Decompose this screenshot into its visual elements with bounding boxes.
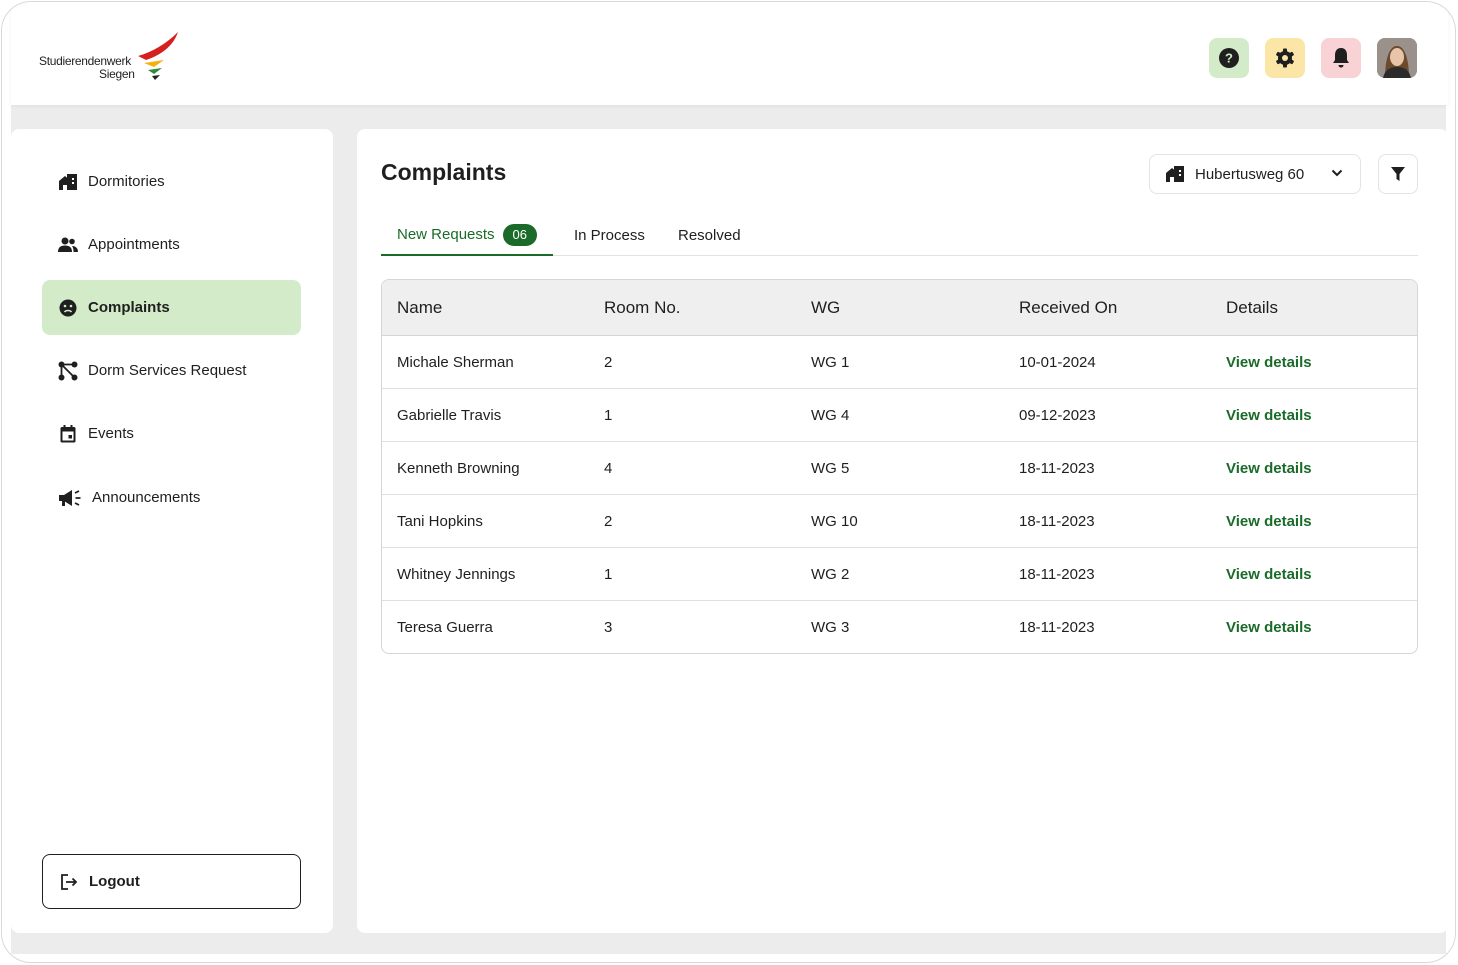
megaphone-icon [58, 488, 82, 508]
bezel-left [2, 2, 11, 962]
sidebar-item-events[interactable]: Events [42, 406, 301, 461]
page-title: Complaints [381, 159, 507, 185]
cell-name: Whitney Jennings [397, 565, 516, 583]
cell-room: 1 [604, 406, 613, 424]
cell-wg: WG 4 [811, 406, 850, 424]
notifications-button[interactable] [1321, 38, 1361, 78]
filter-icon [1391, 167, 1405, 181]
cell-name: Teresa Guerra [397, 619, 493, 636]
chevron-down-icon [1330, 166, 1344, 184]
main-panel: Complaints Hubertusweg 60 New Requests 0… [357, 129, 1448, 933]
view-details-link[interactable]: View details [1226, 354, 1312, 371]
column-header-room: Room No. [604, 297, 681, 317]
view-details-link[interactable]: View details [1226, 460, 1312, 477]
table-row: Whitney Jennings 1 WG 2 18-11-2023 View … [382, 548, 1417, 601]
column-header-name: Name [397, 297, 443, 317]
count-badge: 06 [502, 223, 538, 246]
column-header-wg: WG [811, 297, 841, 317]
cell-received: 18-11-2023 [1019, 459, 1095, 477]
building-icon [58, 172, 78, 192]
logout-button[interactable]: Logout [42, 854, 301, 909]
cell-wg: WG 5 [811, 459, 850, 477]
sidebar-item-appointments[interactable]: Appointments [42, 217, 301, 272]
filter-button[interactable] [1378, 154, 1418, 194]
view-details-link[interactable]: View details [1226, 619, 1312, 636]
building-icon [1165, 164, 1185, 184]
column-header-received: Received On [1019, 297, 1118, 317]
sidebar-item-dorm-services-request[interactable]: Dorm Services Request [42, 343, 301, 398]
cell-wg: WG 2 [811, 565, 850, 583]
gear-icon [1276, 48, 1294, 68]
column-header-details: Details [1226, 297, 1278, 317]
nodes-icon [58, 361, 78, 381]
cell-wg: WG 3 [811, 619, 850, 636]
app-frame: Studierendenwerk Siegen ? Dormitories Ap… [1, 1, 1456, 963]
sidebar-item-label: Events [88, 425, 134, 442]
tab-bar: New Requests 06 In Process Resolved [381, 215, 1418, 256]
top-header: Studierendenwerk Siegen ? [11, 2, 1448, 105]
cell-room: 2 [604, 512, 613, 530]
cell-wg: WG 10 [811, 512, 858, 530]
tab-label: In Process [574, 227, 645, 244]
table-row: Teresa Guerra 3 WG 3 18-11-2023 View det… [382, 601, 1417, 653]
tab-resolved[interactable]: Resolved [678, 215, 741, 256]
brand-swoosh-icon [138, 32, 178, 80]
sidebar-item-label: Dorm Services Request [88, 362, 247, 379]
bell-icon [1333, 48, 1349, 68]
cell-received: 10-01-2024 [1019, 353, 1096, 371]
sidebar: Dormitories Appointments Complaints Dorm… [11, 129, 333, 933]
tab-new-requests[interactable]: New Requests 06 [381, 215, 554, 256]
dorm-select[interactable]: Hubertusweg 60 [1149, 154, 1361, 194]
logout-label: Logout [89, 873, 140, 890]
table-row: Tani Hopkins 2 WG 10 18-11-2023 View det… [382, 495, 1417, 548]
dorm-select-value: Hubertusweg 60 [1195, 165, 1305, 183]
cell-received: 09-12-2023 [1019, 406, 1096, 424]
svg-text:?: ? [1225, 51, 1233, 66]
people-icon [58, 235, 78, 255]
view-details-link[interactable]: View details [1226, 566, 1312, 583]
sidebar-item-label: Appointments [88, 236, 180, 253]
bezel-bottom [2, 954, 1455, 962]
sidebar-item-announcements[interactable]: Announcements [42, 470, 301, 525]
cell-received: 18-11-2023 [1019, 619, 1095, 636]
user-photo-icon [1377, 38, 1417, 78]
cell-name: Tani Hopkins [397, 512, 483, 530]
tab-label: New Requests [397, 226, 495, 243]
table-header: Name Room No. WG Received On Details [382, 280, 1417, 336]
cell-room: 3 [604, 619, 613, 636]
sidebar-item-complaints[interactable]: Complaints [42, 280, 301, 335]
help-circle-icon: ? [1219, 48, 1239, 68]
brand-line-1: Studierendenwerk [39, 54, 131, 68]
sidebar-item-label: Announcements [92, 489, 201, 506]
cell-name: Michale Sherman [397, 353, 514, 371]
tab-in-process[interactable]: In Process [574, 215, 645, 256]
sad-face-icon [58, 298, 78, 318]
sidebar-item-label: Complaints [88, 299, 170, 316]
cell-room: 1 [604, 565, 613, 583]
calendar-icon [58, 424, 78, 444]
cell-name: Kenneth Browning [397, 459, 520, 477]
sidebar-item-label: Dormitories [88, 173, 165, 190]
cell-received: 18-11-2023 [1019, 565, 1095, 583]
complaints-table: Name Room No. WG Received On Details Mic… [381, 279, 1418, 654]
table-row: Michale Sherman 2 WG 1 10-01-2024 View d… [382, 336, 1417, 389]
table-row: Kenneth Browning 4 WG 5 18-11-2023 View … [382, 442, 1417, 495]
view-details-link[interactable]: View details [1226, 513, 1312, 530]
cell-wg: WG 1 [811, 353, 850, 371]
cell-room: 2 [604, 353, 613, 371]
tab-label: Resolved [678, 227, 741, 244]
settings-button[interactable] [1265, 38, 1305, 78]
cell-name: Gabrielle Travis [397, 406, 502, 424]
help-button[interactable]: ? [1209, 38, 1249, 78]
sidebar-item-dormitories[interactable]: Dormitories [42, 154, 301, 209]
view-details-link[interactable]: View details [1226, 407, 1312, 424]
table-row: Gabrielle Travis 1 WG 4 09-12-2023 View … [382, 389, 1417, 442]
user-avatar[interactable] [1377, 38, 1417, 78]
cell-received: 18-11-2023 [1019, 512, 1095, 530]
brand-name: Studierendenwerk Siegen [39, 55, 135, 81]
brand-line-2: Siegen [99, 67, 135, 81]
cell-room: 4 [604, 459, 613, 477]
logout-icon [59, 872, 79, 892]
brand-logo[interactable]: Studierendenwerk Siegen [39, 30, 189, 86]
